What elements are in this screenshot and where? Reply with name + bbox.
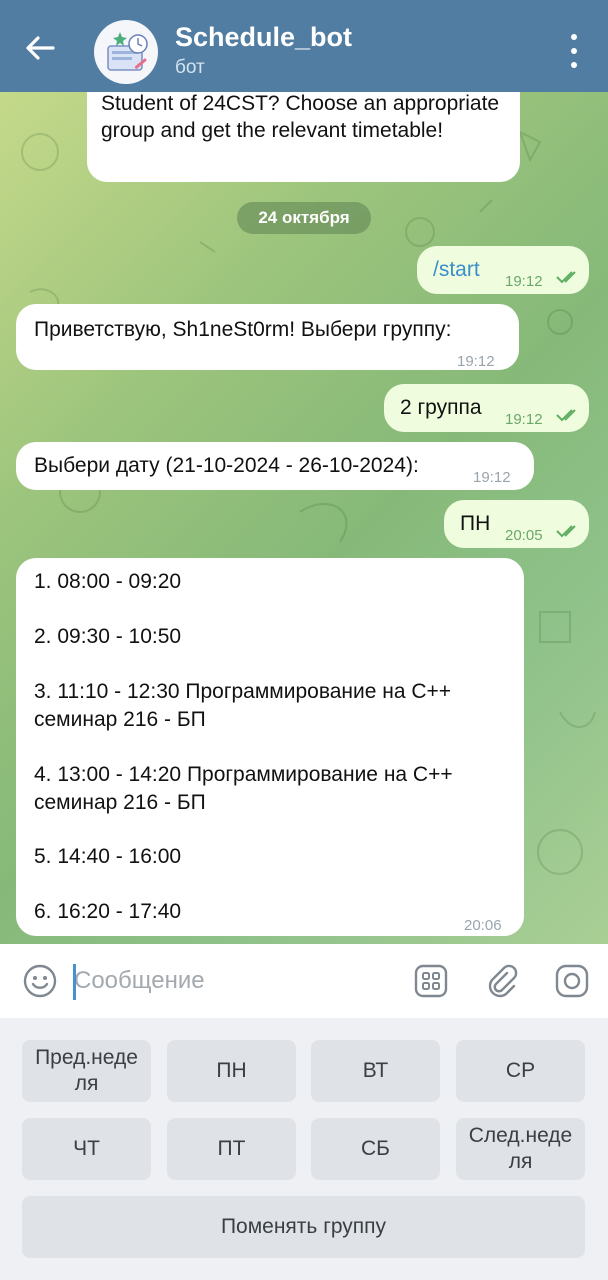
attach-button[interactable] xyxy=(484,963,520,999)
message-time: 19:12 xyxy=(505,273,543,290)
schedule-line: 5. 14:40 - 16:00 xyxy=(34,845,182,868)
message-choose-date: Выбери дату (21-10-2024 - 26-10-2024): 1… xyxy=(16,442,534,490)
monday-button[interactable]: ПН xyxy=(167,1040,296,1102)
tuesday-button[interactable]: ВТ xyxy=(311,1040,440,1102)
schedule-line: 2. 09:30 - 10:50 xyxy=(34,625,182,648)
text-cursor xyxy=(73,964,76,1000)
schedule-line: семинар 216 - БП xyxy=(34,791,206,814)
bot-keyboard-button[interactable] xyxy=(413,963,449,999)
next-week-button[interactable]: След.неделя xyxy=(456,1118,585,1180)
button-label: ЧТ xyxy=(73,1137,100,1160)
message-time: 19:12 xyxy=(457,353,495,370)
message-text: Приветствую, Sh1neSt0rm! Выбери группу: xyxy=(34,318,452,341)
emoji-icon xyxy=(23,964,57,998)
more-menu-button[interactable] xyxy=(562,34,586,68)
button-label: След.неделя xyxy=(468,1124,573,1173)
button-label: Пред.неделя xyxy=(35,1046,138,1095)
emoji-button[interactable] xyxy=(22,963,58,999)
bot-reply-keyboard: Пред.неделя ПН ВТ СР ЧТ ПТ СБ След.недел… xyxy=(0,1018,608,1280)
chat-header: Schedule_bot бот xyxy=(0,0,608,92)
double-check-icon xyxy=(556,409,576,422)
schedule-line: 4. 13:00 - 14:20 Программирование на C++ xyxy=(34,763,453,786)
button-label: ПТ xyxy=(217,1137,246,1160)
message-greeting: Приветствую, Sh1neSt0rm! Выбери группу: … xyxy=(16,304,519,370)
bot-avatar[interactable] xyxy=(94,20,158,84)
schedule-line: семинар 216 - БП xyxy=(34,708,206,731)
message-text: Выбери дату (21-10-2024 - 26-10-2024): xyxy=(34,454,419,477)
schedule-logo-icon xyxy=(107,32,148,71)
attach-icon xyxy=(488,964,518,998)
message-group: 2 группа 19:12 xyxy=(384,384,589,432)
message-time: 19:12 xyxy=(505,411,543,428)
double-check-icon xyxy=(556,525,576,538)
date-separator: 24 октября xyxy=(237,202,371,234)
message-text: 2 группа xyxy=(400,396,482,419)
message-schedule: 1. 08:00 - 09:20 2. 09:30 - 10:50 3. 11:… xyxy=(16,558,524,936)
back-arrow-icon xyxy=(26,36,55,60)
message-start: /start 19:12 xyxy=(417,246,589,294)
friday-button[interactable]: ПТ xyxy=(167,1118,296,1180)
chat-subtitle: бот xyxy=(175,57,205,78)
schedule-line: 1. 08:00 - 09:20 xyxy=(34,570,182,593)
button-label: Поменять группу xyxy=(220,1215,387,1238)
bot-keyboard-icon xyxy=(414,964,448,998)
back-button[interactable] xyxy=(22,30,58,66)
double-check-icon xyxy=(556,271,576,284)
button-label: СР xyxy=(505,1059,536,1082)
message-intro: Student of 24CST? Choose an appropriate … xyxy=(87,92,520,182)
command-link[interactable]: /start xyxy=(433,256,480,284)
camera-icon xyxy=(555,964,589,998)
schedule-line: 3. 11:10 - 12:30 Программирование на C++ xyxy=(34,680,452,703)
message-text: Student of 24CST? Choose an appropriate … xyxy=(101,92,500,142)
change-group-button[interactable]: Поменять группу xyxy=(22,1196,585,1258)
message-text: ПН xyxy=(460,512,491,535)
message-composer xyxy=(0,944,608,1018)
more-vert-icon xyxy=(571,34,577,40)
chat-title[interactable]: Schedule_bot xyxy=(175,22,352,53)
saturday-button[interactable]: СБ xyxy=(311,1118,440,1180)
message-time: 20:06 xyxy=(464,917,502,934)
prev-week-button[interactable]: Пред.неделя xyxy=(22,1040,151,1102)
message-day: ПН 20:05 xyxy=(444,500,589,548)
camera-button[interactable] xyxy=(554,963,590,999)
message-time: 19:12 xyxy=(473,469,511,486)
schedule-line: 6. 16:20 - 17:40 xyxy=(34,900,182,923)
message-time: 20:05 xyxy=(505,527,543,544)
wednesday-button[interactable]: СР xyxy=(456,1040,585,1102)
message-input[interactable] xyxy=(74,962,394,1000)
button-label: СБ xyxy=(361,1137,390,1160)
button-label: ПН xyxy=(216,1059,247,1082)
button-label: ВТ xyxy=(362,1059,389,1082)
chat-area[interactable]: Student of 24CST? Choose an appropriate … xyxy=(0,92,608,944)
thursday-button[interactable]: ЧТ xyxy=(22,1118,151,1180)
